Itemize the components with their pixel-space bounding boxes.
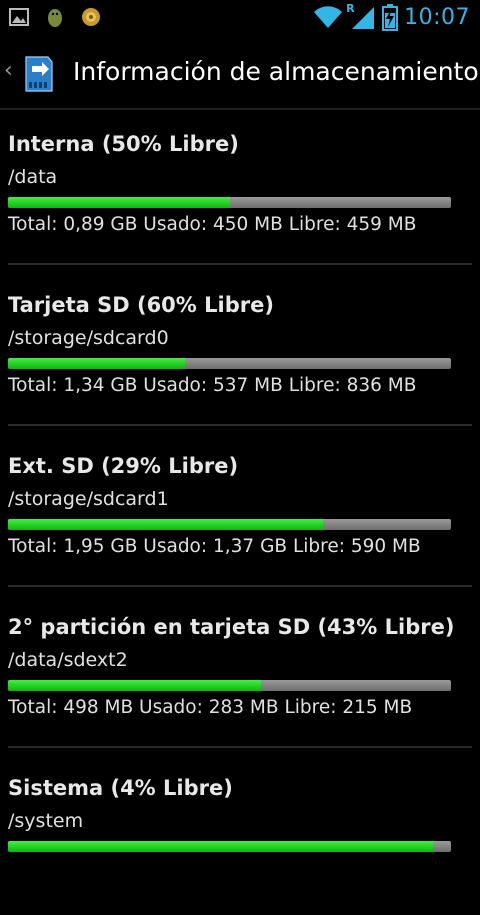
storage-details: Total: 498 MB Usado: 283 MB Libre: 215 M… bbox=[8, 697, 413, 718]
storage-title: Sistema (4% Libre) bbox=[8, 776, 233, 800]
usage-bar bbox=[8, 519, 451, 530]
storage-list: Interna (50% Libre) /data Total: 0,89 GB… bbox=[0, 110, 480, 915]
android-icon bbox=[48, 9, 62, 27]
divider bbox=[8, 746, 472, 748]
storage-item-sd-partition[interactable]: 2° partición en tarjeta SD (43% Libre) /… bbox=[0, 593, 480, 754]
storage-item-ext-sd[interactable]: Ext. SD (29% Libre) /storage/sdcard1 Tot… bbox=[0, 432, 480, 593]
signal-icon: R bbox=[346, 2, 376, 30]
storage-path: /storage/sdcard1 bbox=[8, 488, 169, 510]
usage-fill bbox=[8, 197, 230, 208]
storage-details: Total: 0,89 GB Usado: 450 MB Libre: 459 … bbox=[8, 214, 417, 235]
settings-app-icon bbox=[82, 8, 100, 26]
sd-card-transfer-icon[interactable] bbox=[18, 54, 58, 94]
storage-title: Ext. SD (29% Libre) bbox=[8, 454, 239, 478]
storage-title: Interna (50% Libre) bbox=[8, 132, 239, 156]
page-title: Información de almacenamiento bbox=[73, 57, 479, 86]
status-bar: R 10:07 bbox=[0, 0, 480, 38]
action-bar: ‹ Información de almacenamiento bbox=[0, 38, 480, 110]
usage-fill bbox=[8, 358, 186, 369]
storage-title: Tarjeta SD (60% Libre) bbox=[8, 293, 274, 317]
storage-path: /system bbox=[8, 810, 84, 832]
image-icon bbox=[9, 8, 29, 26]
divider bbox=[8, 263, 472, 265]
divider bbox=[8, 424, 472, 426]
usage-bar bbox=[8, 358, 451, 369]
usage-fill bbox=[8, 841, 434, 852]
storage-item-internal[interactable]: Interna (50% Libre) /data Total: 0,89 GB… bbox=[0, 110, 480, 271]
usage-bar bbox=[8, 197, 451, 208]
wifi-icon bbox=[314, 6, 343, 29]
storage-item-system[interactable]: Sistema (4% Libre) /system bbox=[0, 754, 480, 915]
battery-charging-icon bbox=[382, 4, 399, 31]
usage-fill bbox=[8, 680, 261, 691]
storage-details: Total: 1,95 GB Usado: 1,37 GB Libre: 590… bbox=[8, 536, 421, 557]
storage-details: Total: 1,34 GB Usado: 537 MB Libre: 836 … bbox=[8, 375, 417, 396]
usage-bar bbox=[8, 680, 451, 691]
usage-bar bbox=[8, 841, 451, 852]
storage-path: /data bbox=[8, 166, 58, 188]
clock: 10:07 bbox=[404, 4, 470, 30]
storage-title: 2° partición en tarjeta SD (43% Libre) bbox=[8, 615, 455, 639]
storage-item-sd-card[interactable]: Tarjeta SD (60% Libre) /storage/sdcard0 … bbox=[0, 271, 480, 432]
divider bbox=[8, 585, 472, 587]
usage-fill bbox=[8, 519, 323, 530]
storage-path: /data/sdext2 bbox=[8, 649, 128, 671]
storage-path: /storage/sdcard0 bbox=[8, 327, 169, 349]
back-caret-icon[interactable]: ‹ bbox=[4, 58, 13, 83]
